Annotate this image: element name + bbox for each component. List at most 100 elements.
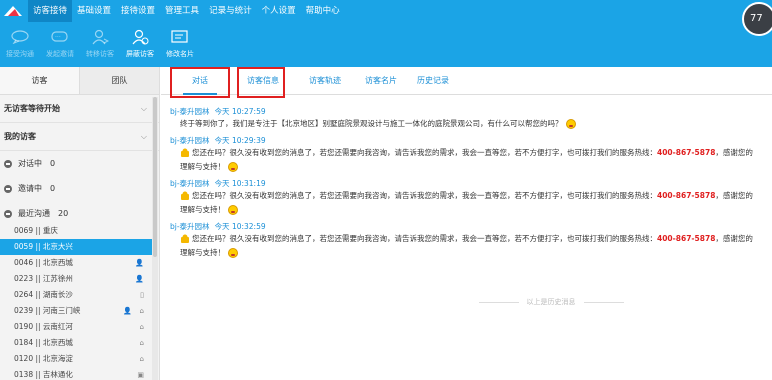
svg-text:···: ··· [55, 34, 61, 41]
message-text: 您还在吗？很久没有收到您的消息了，若您还需要向我咨询，请告诉我您的需求，我会一直… [192, 234, 657, 243]
menu-records-stats[interactable]: 记录与统计 [204, 0, 257, 22]
menu-admin-tools[interactable]: 管理工具 [160, 0, 204, 22]
chat-message: bj-泰升园林 今天 10:32:59 您还在吗？很久没有收到您的消息了，若您还需要… [170, 221, 760, 260]
message-header: bj-泰升园林 今天 10:29:39 [170, 135, 760, 146]
visitor-sidebar: 访客 团队 无访客等待开始 ⌵ 我的访客 ⌵ 对话中 0 邀请中 0 最近沟通 … [0, 67, 160, 380]
transfer-visitor-label: 转移访客 [86, 50, 114, 58]
send-invite-button[interactable]: ··· 发起邀请 [40, 27, 80, 65]
accept-chat-button[interactable]: 接受沟通 [0, 27, 40, 65]
visitor-list-item[interactable]: 0190 || 云南红河 ⌂ [0, 319, 152, 335]
send-invite-label: 发起邀请 [46, 50, 74, 58]
message-header: bj-泰升园林 今天 10:31:19 [170, 178, 760, 189]
tab-team[interactable]: 团队 [80, 67, 159, 94]
user-icon: 👤 [135, 275, 144, 283]
tab-visitor-track[interactable]: 访客轨迹 [301, 67, 349, 95]
top-bar: 访客接待 基础设置 接待设置 管理工具 记录与统计 个人设置 帮助中心 77 接… [0, 0, 772, 67]
group-inviting[interactable]: 邀请中 0 [0, 176, 159, 201]
visitor-list-item[interactable]: 0184 || 北京西城 ⌂ [0, 335, 152, 351]
chat-message: bj-泰升园林 今天 10:27:59 终于等到你了，我们是专注于【北京地区】别墅庭… [170, 106, 760, 131]
message-body: 您还在吗？很久没有收到您的消息了，若您还需要向我咨询，请告诉我您的需求，我会一直… [170, 232, 760, 260]
sidebar-scrollbar[interactable] [152, 97, 158, 380]
avatar[interactable]: 77 [742, 2, 772, 36]
toolbar: 接受沟通 ··· 发起邀请 转移访客 屏蔽访客 修改名片 [0, 27, 200, 65]
history-divider: 以上是历史消息 [401, 297, 701, 307]
group-label: 邀请中 [18, 184, 42, 193]
visitor-list-item[interactable]: 0264 || 湖南长沙 ▯ [0, 287, 152, 303]
visitor-list-item[interactable]: 0223 || 江苏徐州 👤 [0, 271, 152, 287]
message-time: 今天 10:29:39 [214, 136, 266, 145]
visitor-label: 0120 || 北京海淀 [14, 354, 73, 363]
emoji-icon [228, 162, 238, 172]
message-sender[interactable]: bj-泰升园林 [170, 222, 210, 231]
auto-reply-icon [181, 148, 189, 157]
menu-basic-settings[interactable]: 基础设置 [72, 0, 116, 22]
emoji-icon [565, 119, 576, 129]
chat-message: bj-泰升园林 今天 10:31:19 您还在吗？很久没有收到您的消息了，若您还需要… [170, 178, 760, 217]
home-icon: ⌂ [139, 323, 144, 331]
visitor-list-item[interactable]: 0239 || 河南三门峡 👤 ⌂ [0, 303, 152, 319]
visitor-label: 0190 || 云南红河 [14, 322, 73, 331]
section-waiting-label: 无访客等待开始 [4, 104, 60, 113]
message-sender[interactable]: bj-泰升园林 [170, 107, 210, 116]
window-icon: ▣ [137, 371, 144, 379]
home-icon: ⌂ [139, 355, 144, 363]
tab-visitors[interactable]: 访客 [0, 67, 80, 94]
visitor-label: 0239 || 河南三门峡 [14, 306, 81, 315]
message-sender[interactable]: bj-泰升园林 [170, 136, 210, 145]
section-my-visitors[interactable]: 我的访客 ⌵ [0, 123, 159, 151]
main-menu: 访客接待 基础设置 接待设置 管理工具 记录与统计 个人设置 帮助中心 [0, 0, 772, 22]
transfer-visitor-button[interactable]: 转移访客 [80, 27, 120, 65]
user-icon: 👤 [135, 259, 144, 267]
message-time: 今天 10:32:59 [214, 222, 266, 231]
menu-reception-settings[interactable]: 接待设置 [116, 0, 160, 22]
group-in-chat[interactable]: 对话中 0 [0, 151, 159, 176]
message-text: 终于等到你了，我们是专注于【北京地区】别墅庭院景观设计与施工一体化的庭院景观公司… [180, 119, 563, 128]
menu-visitor-reception[interactable]: 访客接待 [28, 0, 73, 22]
section-my-visitors-label: 我的访客 [4, 132, 36, 141]
menu-help-center[interactable]: 帮助中心 [301, 0, 345, 22]
home-icon: ⌂ [139, 307, 144, 315]
auto-reply-icon [181, 191, 189, 200]
visitor-list-item[interactable]: 0120 || 北京海淀 ⌂ [0, 351, 152, 367]
group-count: 0 [50, 159, 56, 168]
scrollbar-thumb[interactable] [153, 97, 157, 257]
home-icon: ⌂ [139, 339, 144, 347]
chat-accept-icon [11, 30, 29, 44]
tab-history[interactable]: 历史记录 [411, 67, 455, 95]
edit-card-icon [171, 30, 188, 43]
invite-icon: ··· [51, 31, 68, 42]
section-waiting[interactable]: 无访客等待开始 ⌵ [0, 95, 159, 123]
visitor-label: 0223 || 江苏徐州 [14, 274, 73, 283]
app-window: 访客接待 基础设置 接待设置 管理工具 记录与统计 个人设置 帮助中心 77 接… [0, 0, 772, 380]
message-text: 您还在吗？很久没有收到您的消息了，若您还需要向我咨询，请告诉我您的需求，我会一直… [192, 191, 657, 200]
collapse-icon [4, 209, 12, 218]
auto-reply-icon [181, 234, 189, 243]
visitor-label: 0046 || 北京西城 [14, 258, 73, 267]
collapse-icon [4, 184, 12, 193]
accept-chat-label: 接受沟通 [6, 50, 34, 58]
hotline-number: 400-867-5878 [657, 234, 716, 243]
edit-card-label: 修改名片 [166, 50, 194, 58]
menu-personal-settings[interactable]: 个人设置 [257, 0, 301, 22]
visitor-list-item[interactable]: 0069 || 重庆 [0, 223, 152, 239]
message-sender[interactable]: bj-泰升园林 [170, 179, 210, 188]
sidebar-tabs: 访客 团队 [0, 67, 159, 95]
block-visitor-label: 屏蔽访客 [126, 50, 154, 58]
message-body: 您还在吗？很久没有收到您的消息了，若您还需要向我咨询，请告诉我您的需求，我会一直… [170, 189, 760, 217]
message-time: 今天 10:31:19 [214, 179, 266, 188]
block-user-icon [132, 29, 149, 45]
user-icon: 👤 [123, 307, 132, 315]
visitor-label: 0264 || 湖南长沙 [14, 290, 73, 299]
visitor-label: 0069 || 重庆 [14, 226, 58, 235]
visitor-list-item[interactable]: 0138 || 吉林通化 ▣ [0, 367, 152, 380]
message-list: bj-泰升园林 今天 10:27:59 终于等到你了，我们是专注于【北京地区】别墅庭… [170, 106, 760, 264]
app-logo-icon [3, 4, 23, 18]
block-visitor-button[interactable]: 屏蔽访客 [120, 27, 160, 65]
emoji-icon [228, 248, 238, 258]
message-body: 您还在吗？很久没有收到您的消息了，若您还需要向我咨询，请告诉我您的需求，我会一直… [170, 146, 760, 174]
tab-visitor-card[interactable]: 访客名片 [357, 67, 405, 95]
visitor-list-item[interactable]: 0046 || 北京西城 👤 [0, 255, 152, 271]
group-label: 对话中 [18, 159, 42, 168]
visitor-list-item[interactable]: 0059 || 北京大兴 [0, 239, 152, 255]
edit-card-button[interactable]: 修改名片 [160, 27, 200, 65]
